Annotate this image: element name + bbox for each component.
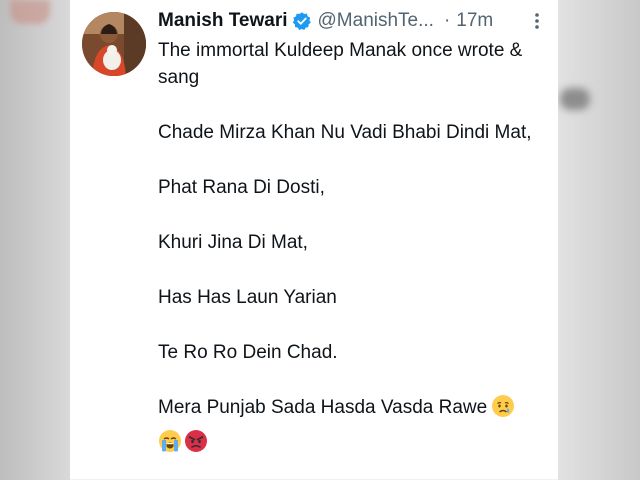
tweet-card[interactable]: Manish Tewari @ManishTe... · 17m The imm… — [70, 0, 558, 480]
tweet-paragraph: The immortal Kuldeep Manak once wrote & … — [158, 40, 523, 88]
tweet-paragraph: Te Ro Ro Dein Chad. — [158, 342, 338, 363]
crying-face-emoji-icon — [491, 394, 515, 426]
timestamp[interactable]: 17m — [456, 10, 493, 32]
tweet-text: The immortal Kuldeep Manak once wrote & … — [158, 37, 550, 458]
verified-badge-icon — [292, 12, 311, 30]
angry-face-emoji-icon — [184, 429, 208, 458]
tweet-last-paragraph: Mera Punjab Sada Hasda Vasda Rawe — [158, 394, 550, 426]
background-right — [558, 0, 640, 480]
tweet-paragraph-text: Mera Punjab Sada Hasda Vasda Rawe — [158, 397, 488, 418]
tweet-paragraph: Khuri Jina Di Mat, — [158, 232, 308, 253]
separator-dot: · — [443, 10, 451, 31]
author-handle[interactable]: @ManishTe... — [318, 10, 434, 32]
emoji-row — [158, 429, 550, 458]
author-name[interactable]: Manish Tewari — [158, 10, 288, 32]
avatar[interactable] — [82, 12, 146, 76]
background-blob — [560, 88, 590, 110]
tweet-header: Manish Tewari @ManishTe... · 17m — [158, 8, 548, 34]
tweet-paragraph: Has Has Laun Yarian — [158, 287, 337, 308]
loudly-crying-face-emoji-icon — [158, 429, 182, 458]
background-left — [0, 0, 70, 480]
avatar-photo — [82, 12, 146, 76]
tweet-paragraph: Phat Rana Di Dosti, — [158, 177, 325, 198]
background-smudge — [10, 0, 50, 24]
tweet-paragraph: Chade Mirza Khan Nu Vadi Bhabi Dindi Mat… — [158, 122, 532, 143]
more-options-icon[interactable] — [534, 12, 540, 30]
